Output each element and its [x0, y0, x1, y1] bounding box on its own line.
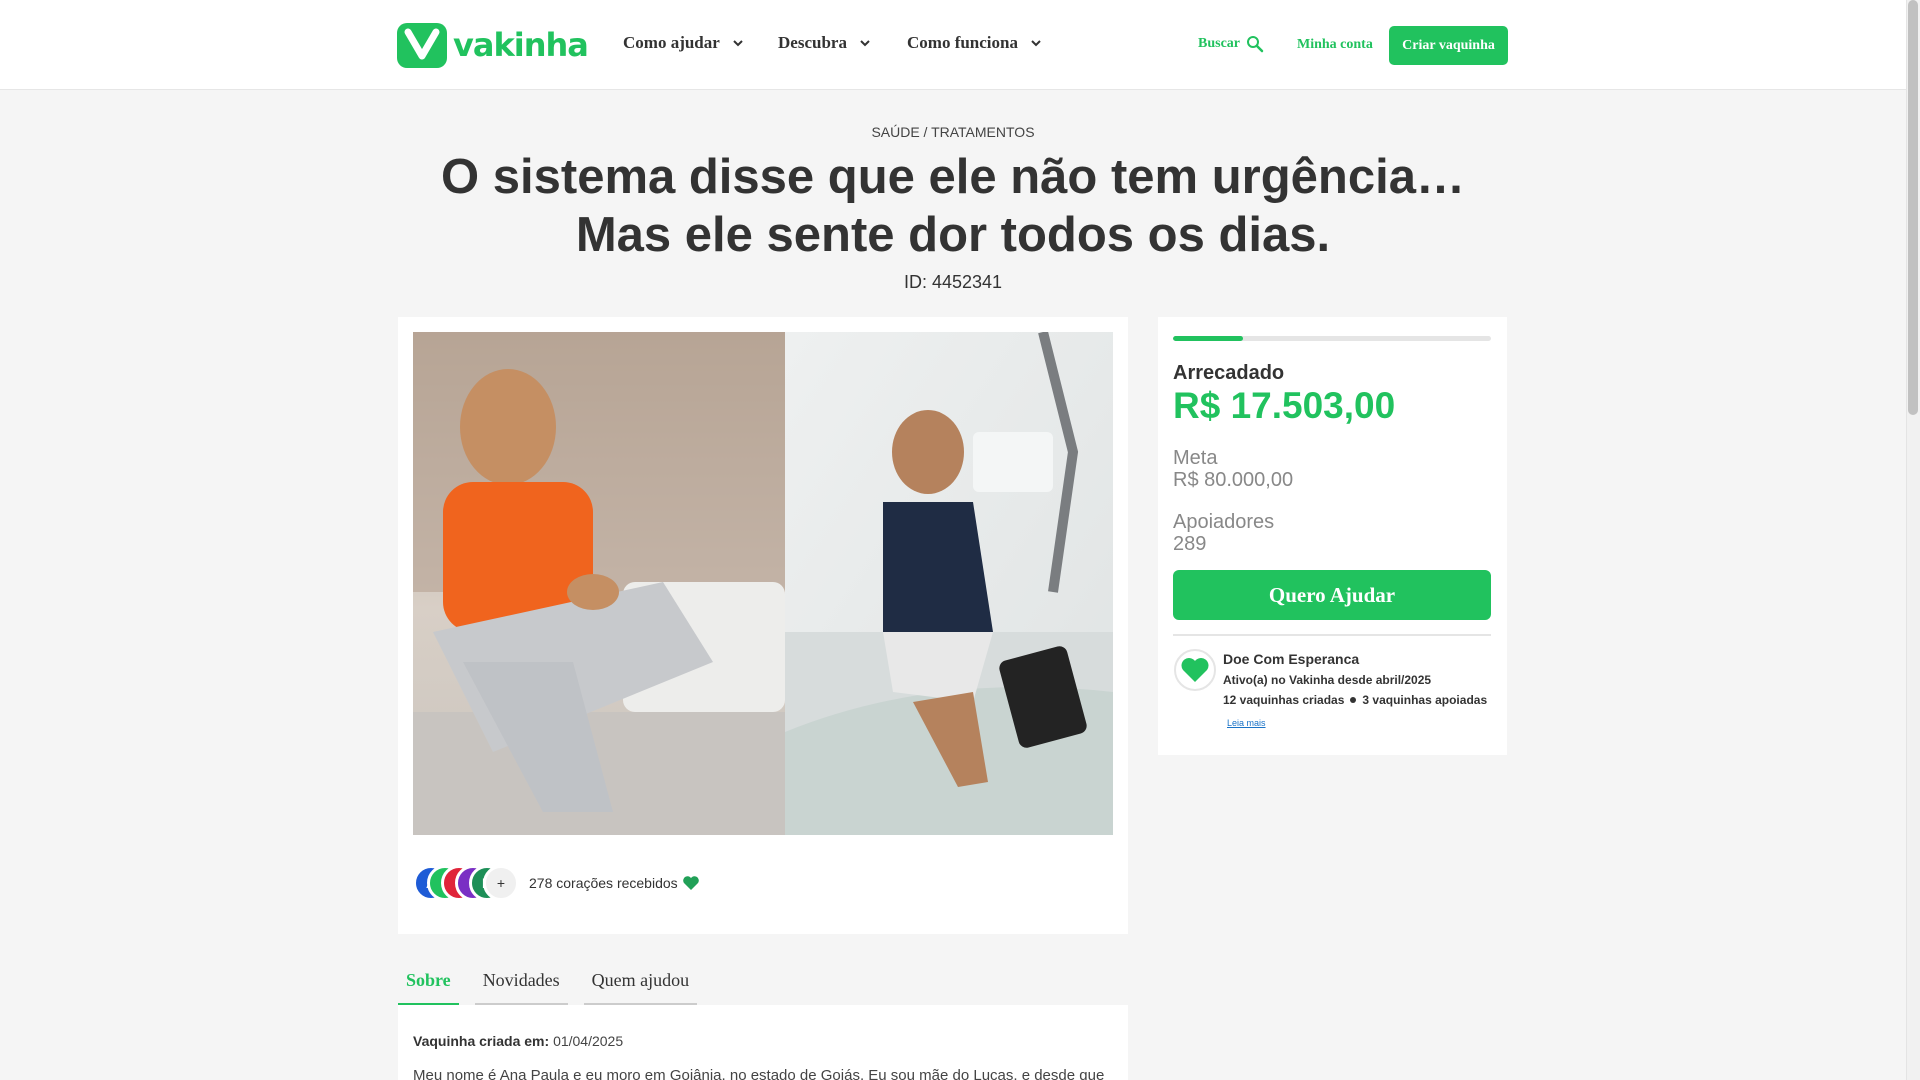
chevron-down-icon — [860, 40, 870, 47]
about-section: Vaquinha criada em: 01/04/2025 Meu nome … — [398, 1005, 1128, 1080]
campaign-photo — [413, 332, 1113, 835]
vakinha-logo[interactable]: vakinha — [397, 22, 589, 68]
site-header: vakinha Como ajudar Descubra Como funcio… — [0, 0, 1906, 90]
progress-bar — [1173, 336, 1491, 341]
organizer-supported-count: 3 vaquinhas apoiadas — [1362, 693, 1488, 707]
page-title: O sistema disse que ele não tem urgência… — [441, 150, 1465, 262]
campaign-id: ID: 4452341 — [903, 272, 1003, 292]
progress-bar-fill — [1173, 336, 1243, 341]
supporters-value: 289 — [1173, 533, 1207, 555]
campaign-media-card: A I L K + 278 corações recebidos — [398, 317, 1128, 934]
logo-mark-icon — [397, 22, 447, 68]
hearts-count-label: 278 corações recebidos — [529, 875, 678, 891]
donation-summary-card: Arrecadado R$ 17.503,00 Meta R$ 80.000,0… — [1158, 317, 1507, 755]
supporters-label: Apoiadores — [1173, 511, 1275, 533]
nav-label: Como ajudar — [623, 33, 720, 52]
goal-value: R$ 80.000,00 — [1173, 469, 1294, 491]
nav-como-funciona[interactable]: Como funciona — [907, 33, 1042, 53]
donate-button[interactable]: Quero Ajudar — [1173, 570, 1491, 620]
more-supporters-button[interactable]: + — [483, 865, 519, 901]
created-date: Vaquinha criada em: 01/04/2025 — [413, 1033, 623, 1049]
nav-label: Descubra — [778, 33, 847, 52]
organizer-name[interactable]: Doe Com Esperanca — [1223, 651, 1359, 667]
content-tabs: Sobre Novidades Quem ajudou — [398, 960, 713, 1006]
raised-value: R$ 17.503,00 — [1173, 385, 1396, 426]
goal-label: Meta — [1173, 447, 1218, 469]
nav-label: Como funciona — [907, 33, 1018, 52]
scrollbar-thumb[interactable] — [1908, 0, 1918, 415]
raised-label: Arrecadado — [1173, 362, 1285, 384]
chevron-down-icon — [733, 40, 743, 47]
tab-quem-ajudou[interactable]: Quem ajudou — [583, 960, 698, 1006]
bullet-separator — [1350, 697, 1357, 703]
breadcrumb-category[interactable]: SAÚDE / TRATAMENTOS — [0, 124, 1906, 140]
chevron-down-icon — [1031, 40, 1041, 47]
read-more-link[interactable]: Leia mais — [1227, 718, 1266, 728]
search-button[interactable]: Buscar — [1198, 35, 1264, 53]
search-label: Buscar — [1198, 36, 1240, 51]
tab-sobre[interactable]: Sobre — [398, 960, 459, 1006]
story-text: Meu nome é Ana Paula e eu moro em Goiâni… — [413, 1067, 1105, 1080]
search-icon — [1247, 36, 1264, 53]
organizer-avatar[interactable] — [1174, 649, 1216, 691]
hearts-count: 278 corações recebidos — [529, 875, 700, 891]
organizer-created-count: 12 vaquinhas criadas — [1223, 693, 1345, 707]
heart-icon — [682, 876, 699, 890]
create-vaquinha-button[interactable]: Criar vaquinha — [1389, 26, 1508, 65]
heart-icon — [1181, 658, 1209, 682]
organizer-since: Ativo(a) no Vakinha desde abril/2025 — [1223, 673, 1432, 687]
created-value: 01/04/2025 — [553, 1033, 624, 1049]
hearts-summary[interactable]: A I L K + 278 corações recebidos — [413, 863, 700, 903]
logo-text: vakinha — [453, 26, 589, 64]
my-account-link[interactable]: Minha conta — [1297, 37, 1373, 53]
nav-como-ajudar[interactable]: Como ajudar — [623, 33, 744, 53]
tab-novidades[interactable]: Novidades — [474, 960, 568, 1006]
organizer-stats: 12 vaquinhas criadas 3 vaquinhas apoiada… — [1223, 693, 1487, 707]
page-scrollbar[interactable] — [1906, 0, 1920, 1080]
divider — [1173, 634, 1491, 636]
created-label: Vaquinha criada em: — [413, 1033, 550, 1049]
nav-descubra[interactable]: Descubra — [778, 33, 871, 53]
